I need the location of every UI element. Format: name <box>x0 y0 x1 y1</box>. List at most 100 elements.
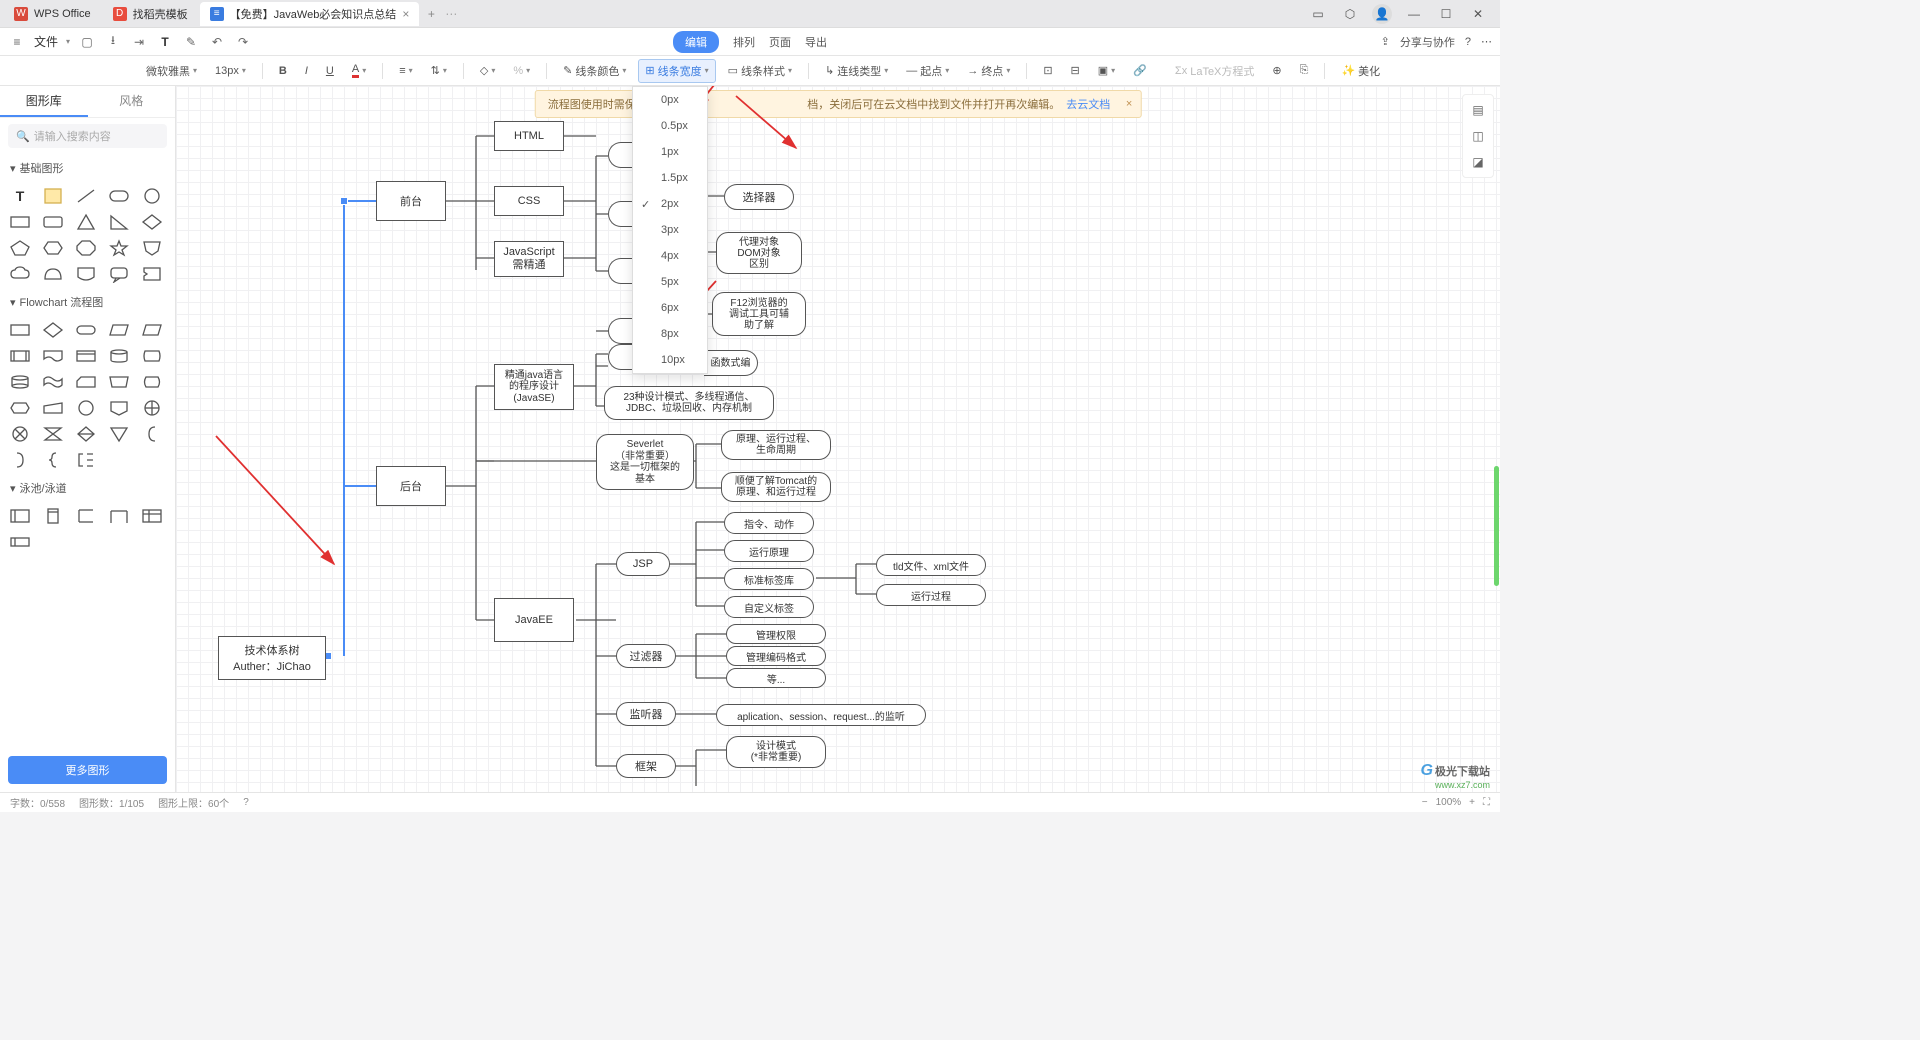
shape-search-input[interactable]: 🔍 请输入搜索内容 <box>8 124 167 148</box>
circle-shape[interactable] <box>140 186 164 206</box>
bracket-left-shape[interactable] <box>140 424 164 444</box>
node-jsp-d[interactable]: 自定义标签 <box>724 596 814 618</box>
node-back[interactable]: 后台 <box>376 466 446 506</box>
star-shape[interactable] <box>107 238 131 258</box>
preparation-shape[interactable] <box>8 398 32 418</box>
align-button[interactable]: ≡▾ <box>393 62 418 80</box>
copy-icon[interactable]: ⎘ <box>1294 61 1315 80</box>
line-width-option[interactable]: 0px <box>633 87 707 113</box>
share-button[interactable]: 分享与协作 <box>1400 34 1455 50</box>
node-jsp-b[interactable]: 运行原理 <box>724 540 814 562</box>
line-width-option[interactable]: 1px <box>633 139 707 165</box>
node-jsp-c[interactable]: 标准标签库 <box>724 568 814 590</box>
zoom-in-button[interactable]: + <box>1469 797 1475 808</box>
node-framework[interactable]: 框架 <box>616 754 676 778</box>
node-stub-1[interactable] <box>608 142 634 168</box>
start-point-button[interactable]: — 起点▾ <box>900 60 955 82</box>
line-width-option[interactable]: 1.5px <box>633 165 707 191</box>
connector-shape[interactable] <box>74 398 98 418</box>
cylinder-shape[interactable] <box>8 372 32 392</box>
cube-icon[interactable]: ⬡ <box>1340 4 1360 24</box>
close-icon[interactable]: × <box>402 7 409 21</box>
drop-shape[interactable] <box>74 264 98 284</box>
octagon-shape[interactable] <box>74 238 98 258</box>
line-width-button[interactable]: ⊞ 线条宽度▾ <box>638 59 715 83</box>
right-triangle-shape[interactable] <box>107 212 131 232</box>
help-icon[interactable]: ? <box>243 797 249 808</box>
node-filter-b[interactable]: 管理编码格式 <box>726 646 826 666</box>
node-javaee[interactable]: JavaEE <box>494 598 574 642</box>
tab-wps[interactable]: W WPS Office <box>4 2 101 26</box>
node-root[interactable]: 技术体系树 Auther：JiChao <box>218 636 326 680</box>
collate-shape[interactable] <box>41 424 65 444</box>
arrange-menu[interactable]: 排列 <box>733 34 755 50</box>
node-front[interactable]: 前台 <box>376 181 446 221</box>
shield-shape[interactable] <box>140 238 164 258</box>
font-select[interactable]: 微软雅黑▾ <box>140 60 203 82</box>
line-color-button[interactable]: ✎ 线条颜色▾ <box>557 60 632 82</box>
cloud-shape[interactable] <box>8 264 32 284</box>
callout-shape[interactable] <box>107 264 131 284</box>
sidebar-tab-style[interactable]: 风格 <box>88 86 176 117</box>
edit-mode-button[interactable]: 编辑 <box>673 31 719 53</box>
beautify-button[interactable]: ✨ 美化 <box>1335 60 1386 82</box>
line-width-option[interactable]: 10px <box>633 347 707 373</box>
manual-shape[interactable] <box>107 372 131 392</box>
tab-current-doc[interactable]: ≡ 【免费】JavaWeb必会知识点总结 × <box>200 2 420 26</box>
multidoc-shape[interactable] <box>74 346 98 366</box>
more-icon[interactable]: ⋯ <box>1481 35 1492 48</box>
end-point-button[interactable]: → 终点▾ <box>961 60 1016 82</box>
line-shape[interactable] <box>74 186 98 206</box>
manual-input-shape[interactable] <box>41 398 65 418</box>
node-servlet[interactable]: Severlet （非常重要） 这是一切框架的 基本 <box>596 434 694 490</box>
ungroup-icon[interactable]: ⊟ <box>1065 61 1086 80</box>
chart-icon[interactable]: ◪ <box>1467 151 1489 173</box>
underline-button[interactable]: U <box>320 62 340 80</box>
sort-shape[interactable] <box>74 424 98 444</box>
node-framework-a[interactable]: 设计模式 (*非常重要) <box>726 736 826 768</box>
section-basic-shapes[interactable]: ▾ 基础图形 <box>0 154 175 182</box>
node-selector[interactable]: 选择器 <box>724 184 794 210</box>
trapezoid-shape[interactable] <box>41 264 65 284</box>
lane-v-shape[interactable] <box>107 506 131 526</box>
tab-overflow[interactable]: ⋯ <box>445 7 457 21</box>
file-menu[interactable]: 文件 <box>34 33 58 50</box>
hexagon-shape[interactable] <box>41 238 65 258</box>
spacing-button[interactable]: ⇅▾ <box>425 61 453 80</box>
line-width-option[interactable]: 4px <box>633 243 707 269</box>
group-icon[interactable]: ⊡ <box>1037 61 1058 80</box>
display-shape[interactable] <box>140 372 164 392</box>
font-size-select[interactable]: 13px▾ <box>209 62 252 80</box>
section-swimlane[interactable]: ▾ 泳池/泳道 <box>0 474 175 502</box>
rect2-shape[interactable] <box>41 212 65 232</box>
more-shapes-button[interactable]: 更多图形 <box>8 756 167 784</box>
vertical-scrollbar[interactable] <box>1492 86 1500 792</box>
brace-shape[interactable] <box>140 264 164 284</box>
node-patterns[interactable]: 23种设计模式、多线程通信、 JDBC、垃圾回收、内存机制 <box>604 386 774 420</box>
panel-icon[interactable]: ▭ <box>1308 4 1328 24</box>
document-shape[interactable] <box>41 346 65 366</box>
node-listener[interactable]: 监听器 <box>616 702 676 726</box>
format-painter-icon[interactable]: T <box>156 33 174 51</box>
bold-button[interactable]: B <box>273 62 293 80</box>
node-javase[interactable]: 精通java语言 的程序设计 (JavaSE) <box>494 364 574 410</box>
section-flowchart[interactable]: ▾ Flowchart 流程图 <box>0 288 175 316</box>
canvas[interactable]: 流程图使用时需保持联网，内容 xxxxxxxxxxxxxxxxx 档，关闭后可在… <box>176 86 1500 792</box>
avatar-icon[interactable]: 👤 <box>1372 4 1392 24</box>
node-stub-2[interactable] <box>608 201 634 227</box>
annotation-shape[interactable] <box>74 450 98 470</box>
pen-icon[interactable]: ✎ <box>182 33 200 51</box>
line-width-option[interactable]: 3px <box>633 217 707 243</box>
node-jsp[interactable]: JSP <box>616 552 670 576</box>
sum-shape[interactable] <box>8 424 32 444</box>
tab-templates[interactable]: D 找稻壳模板 <box>103 2 198 26</box>
maximize-button[interactable]: ☐ <box>1436 4 1456 24</box>
close-button[interactable]: ✕ <box>1468 4 1488 24</box>
parallelogram-shape[interactable] <box>140 320 164 340</box>
help-icon[interactable]: ? <box>1465 36 1471 48</box>
terminator-shape[interactable] <box>74 320 98 340</box>
line-width-option[interactable]: 8px <box>633 321 707 347</box>
node-listener-a[interactable]: aplication、session、request...的监听 <box>716 704 926 726</box>
node-servlet-b[interactable]: 顺便了解Tomcat的 原理、和运行过程 <box>721 472 831 502</box>
pool-v-shape[interactable] <box>41 506 65 526</box>
